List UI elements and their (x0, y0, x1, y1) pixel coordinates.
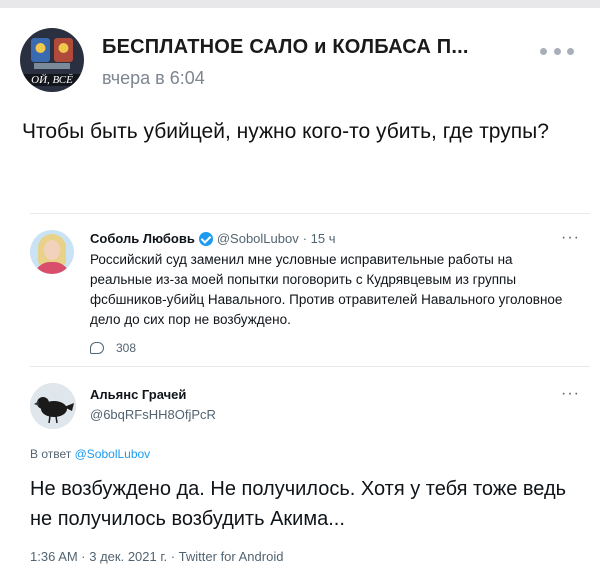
reply-tweet[interactable]: Альянс Грачей @6bqRFsHH8OfjPcR ··· В отв… (30, 366, 590, 581)
post-time[interactable]: вчера в 6:04 (102, 68, 205, 89)
quoted-tweet-text: Российский суд заменил мне условные испр… (90, 252, 563, 327)
replying-prefix: В ответ (30, 447, 72, 461)
post-text: Чтобы быть убийцей, нужно кого-то убить,… (22, 120, 549, 143)
dot (540, 47, 547, 55)
verified-badge-icon (198, 231, 213, 246)
avatar-face (44, 240, 60, 260)
reply-icon (90, 342, 104, 354)
quoted-tweet-more-icon[interactable]: ··· (561, 229, 580, 247)
quoted-tweet-handle[interactable]: @SobolLubov (217, 231, 299, 246)
top-bar (0, 0, 600, 8)
replying-to-link[interactable]: @SobolLubov (75, 447, 151, 461)
quoted-tweet-author[interactable]: Соболь Любовь (90, 231, 195, 246)
quoted-tweet[interactable]: Соболь Любовь @SobolLubov · 15 ч ··· Рос… (30, 213, 590, 363)
replying-to: В ответ @SobolLubov (30, 447, 150, 461)
more-horizontal-icon[interactable] (540, 44, 574, 58)
quoted-tweet-avatar[interactable] (30, 230, 74, 274)
crow-icon (30, 383, 76, 429)
reply-tweet-avatar[interactable] (30, 383, 76, 429)
reply-tweet-more-icon[interactable]: ··· (561, 385, 580, 403)
reply-tweet-author[interactable]: Альянс Грачей (90, 387, 186, 402)
dot (553, 47, 561, 55)
quoted-tweet-time: · 15 ч (302, 231, 336, 246)
avatar-caption: ОЙ, ВСЁ (20, 74, 84, 86)
reply-tweet-handle[interactable]: @6bqRFsHH8OfjPcR (90, 407, 216, 422)
reply-tweet-meta: 1:36 AM · 3 дек. 2021 г. · Twitter for A… (30, 549, 284, 564)
reply-count: 308 (116, 341, 137, 355)
reply-count-button[interactable]: 308 (90, 341, 136, 355)
dot (567, 47, 574, 55)
group-name[interactable]: БЕСПЛАТНОЕ САЛО и КОЛБАСА П... (102, 36, 469, 59)
quoted-tweet-header: Соболь Любовь @SobolLubov · 15 ч (90, 231, 336, 246)
group-avatar[interactable]: ОЙ, ВСЁ (20, 28, 84, 92)
post-header: ОЙ, ВСЁ БЕСПЛАТНОЕ САЛО и КОЛБАСА П... в… (20, 28, 580, 98)
reply-tweet-text: Не возбуждено да. Не получилось. Хотя у … (30, 478, 567, 530)
emblem-icon (31, 38, 73, 69)
